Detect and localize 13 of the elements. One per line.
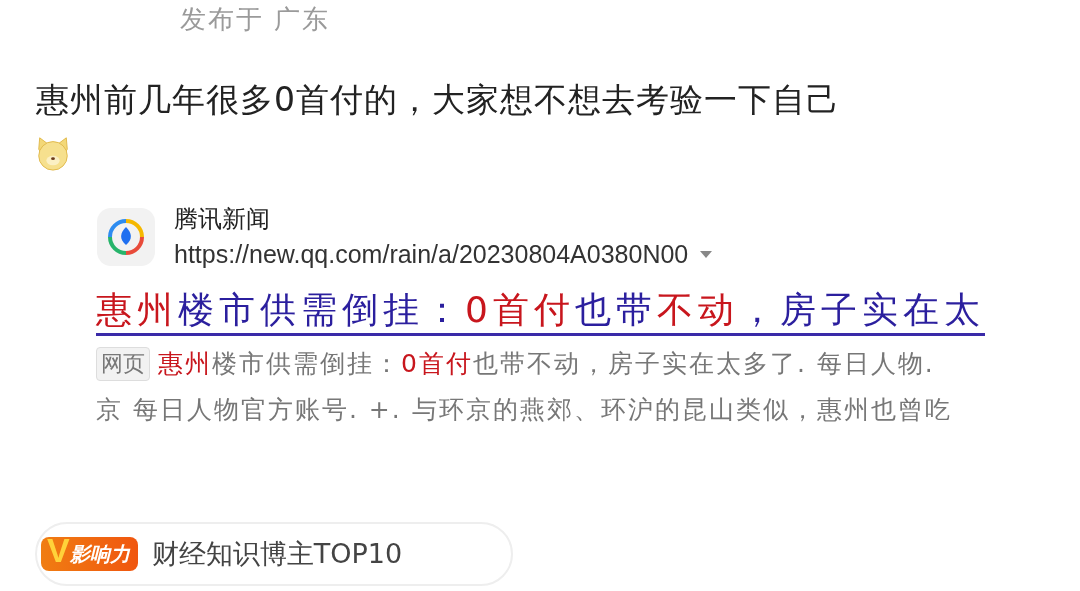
- post-location: 发布于 广东: [180, 3, 332, 36]
- result-snippet: 京 每日人物官方账号. +. 与环京的燕郊、环沪的昆山类似，惠州也曾吃: [96, 394, 953, 426]
- influence-badge: V影响力: [41, 537, 138, 571]
- result-title-link[interactable]: 惠州 楼市供需倒挂：0首付也带不动，房子实在太: [96, 287, 985, 336]
- result-url[interactable]: https://new.qq.com/rain/a/20230804A0380N00: [174, 240, 689, 269]
- result-snippet: 惠州楼市供需倒挂：0首付也带不动，房子实在太多了. 每日人物.: [158, 348, 935, 380]
- web-tag: 网页: [96, 347, 150, 381]
- news-app-icon: [96, 206, 156, 267]
- caret-icon[interactable]: [700, 250, 713, 259]
- influence-title: 财经知识博主TOP10: [151, 537, 403, 571]
- post-text: 惠州前几年很多0首付的，大家想不想去考验一下自己: [36, 80, 841, 120]
- influence-pill[interactable]: V影响力 财经知识博主TOP10: [35, 522, 513, 586]
- site-name: 腾讯新闻: [174, 204, 271, 234]
